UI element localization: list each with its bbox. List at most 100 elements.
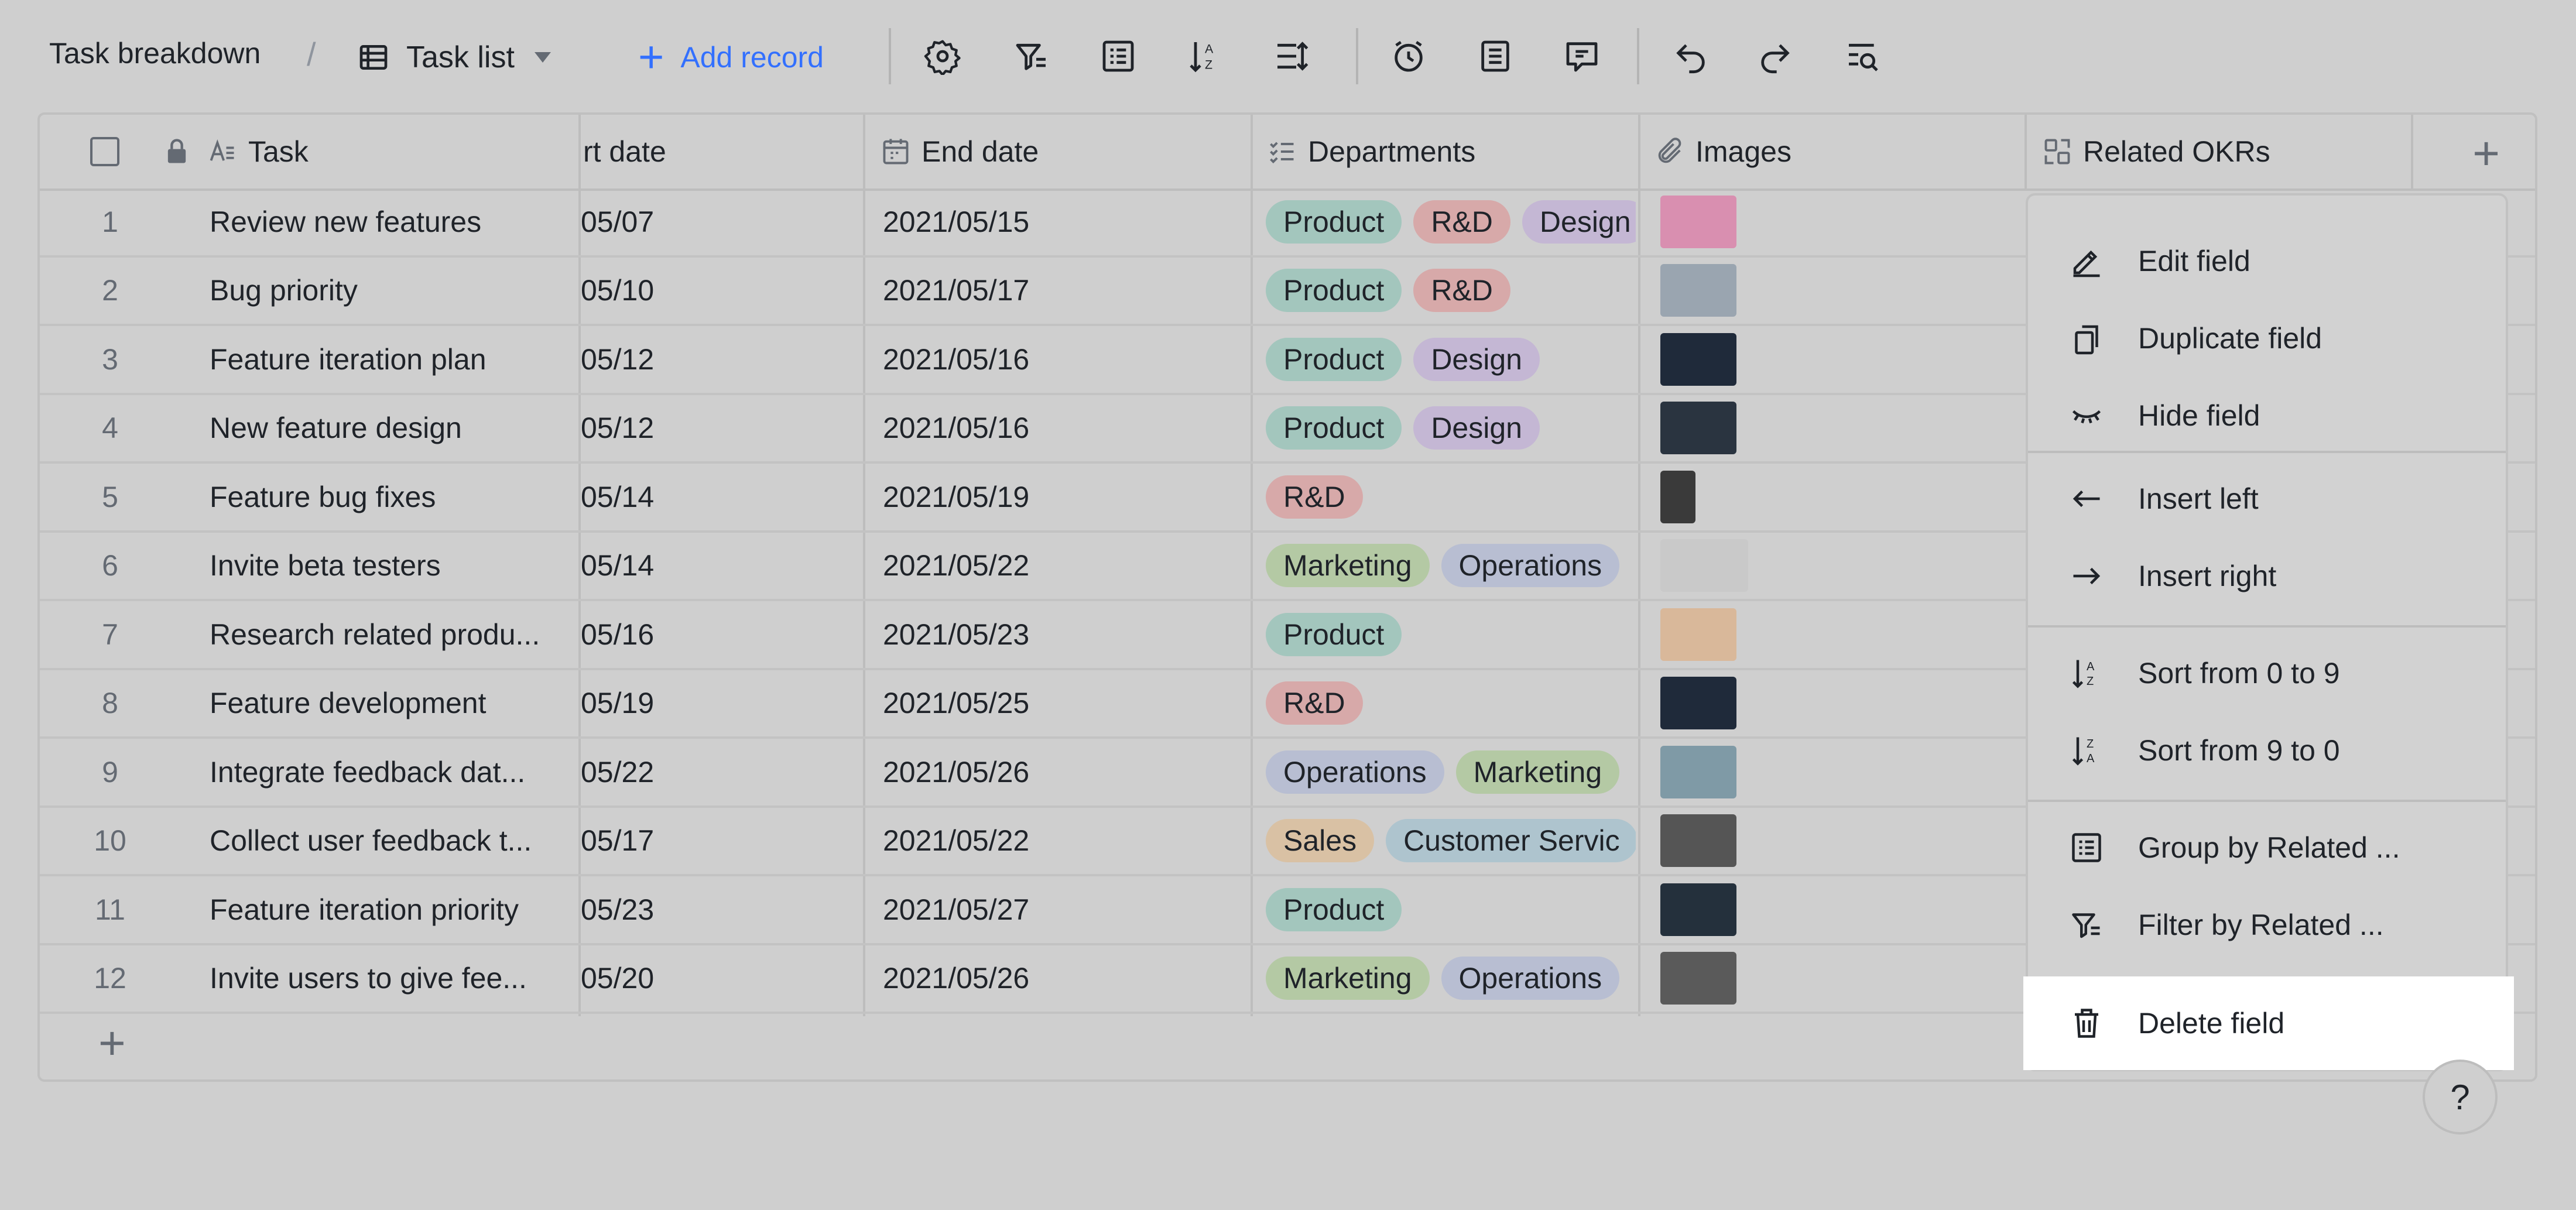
column-header-related-okrs[interactable]: Related OKRs	[2042, 115, 2270, 188]
cell-images[interactable]	[1640, 258, 2021, 324]
image-thumbnail[interactable]	[1660, 814, 1736, 867]
column-header-task[interactable]: Task	[207, 115, 309, 188]
add-record-button[interactable]: + Add record	[638, 34, 824, 81]
cell-images[interactable]	[1640, 533, 2021, 599]
cell-start-date[interactable]: 05/20	[581, 945, 856, 1012]
menu-item-hide-field[interactable]: Hide field	[2028, 381, 2506, 451]
cell-start-date[interactable]: 05/22	[581, 739, 856, 805]
cell-start-date[interactable]: 05/14	[581, 464, 856, 530]
cell-start-date[interactable]: 05/19	[581, 670, 856, 736]
cell-end-date[interactable]: 2021/05/26	[883, 945, 1246, 1012]
cell-departments[interactable]: Marketing Operations	[1266, 533, 1636, 599]
cell-departments[interactable]: Product R&D	[1266, 258, 1636, 324]
menu-item-insert-left[interactable]: Insert left	[2028, 464, 2506, 534]
cell-task[interactable]: Review new features	[210, 188, 573, 255]
cell-end-date[interactable]: 2021/05/27	[883, 876, 1246, 942]
cell-end-date[interactable]: 2021/05/15	[883, 188, 1246, 255]
cell-start-date[interactable]: 05/12	[581, 326, 856, 392]
comment-icon[interactable]	[1561, 35, 1603, 77]
cell-end-date[interactable]: 2021/05/26	[883, 739, 1246, 805]
cell-start-date[interactable]: 05/10	[581, 258, 856, 324]
row-height-icon[interactable]	[1270, 35, 1313, 77]
cell-images[interactable]	[1640, 945, 2021, 1012]
menu-item-sort-descending[interactable]: ZA Sort from 9 to 0	[2028, 715, 2506, 786]
settings-icon[interactable]	[922, 35, 964, 77]
cell-task[interactable]: Invite beta testers	[210, 533, 573, 599]
column-header-start-date[interactable]: rt date	[583, 115, 666, 188]
cell-end-date[interactable]: 2021/05/16	[883, 395, 1246, 461]
select-all-checkbox[interactable]	[90, 137, 119, 166]
cell-end-date[interactable]: 2021/05/17	[883, 258, 1246, 324]
image-thumbnail[interactable]	[1660, 677, 1736, 729]
cell-end-date[interactable]: 2021/05/22	[883, 808, 1246, 874]
image-thumbnail[interactable]	[1660, 539, 1748, 592]
cell-images[interactable]	[1640, 670, 2021, 736]
cell-task[interactable]: Feature bug fixes	[210, 464, 573, 530]
base-title[interactable]: Task breakdown	[49, 36, 261, 70]
image-thumbnail[interactable]	[1660, 264, 1736, 317]
image-thumbnail[interactable]	[1660, 470, 1695, 523]
cell-departments[interactable]: Product Design	[1266, 326, 1636, 392]
menu-item-duplicate-field[interactable]: Duplicate field	[2028, 303, 2506, 373]
cell-departments[interactable]: R&D	[1266, 670, 1636, 736]
cell-task[interactable]: Invite users to give fee...	[210, 945, 573, 1012]
cell-end-date[interactable]: 2021/05/22	[883, 533, 1246, 599]
image-thumbnail[interactable]	[1660, 333, 1736, 386]
alarm-icon[interactable]	[1388, 35, 1430, 77]
cell-departments[interactable]: Sales Customer Servic	[1266, 808, 1636, 874]
cell-end-date[interactable]: 2021/05/16	[883, 326, 1246, 392]
redo-icon[interactable]	[1754, 35, 1796, 77]
cell-start-date[interactable]: 05/23	[581, 876, 856, 942]
cell-end-date[interactable]: 2021/05/19	[883, 464, 1246, 530]
form-icon[interactable]	[1474, 35, 1516, 77]
column-header-images[interactable]: Images	[1654, 115, 1791, 188]
view-switcher[interactable]: Task list	[357, 34, 551, 81]
cell-task[interactable]: Collect user feedback t...	[210, 808, 573, 874]
image-thumbnail[interactable]	[1660, 402, 1736, 454]
sort-icon[interactable]: AZ	[1184, 35, 1226, 77]
cell-images[interactable]	[1640, 876, 2021, 942]
cell-images[interactable]	[1640, 464, 2021, 530]
cell-images[interactable]	[1640, 326, 2021, 392]
cell-departments[interactable]: R&D	[1266, 464, 1636, 530]
image-thumbnail[interactable]	[1660, 195, 1736, 248]
cell-start-date[interactable]: 05/07	[581, 188, 856, 255]
cell-images[interactable]	[1640, 395, 2021, 461]
cell-task[interactable]: Feature iteration plan	[210, 326, 573, 392]
cell-images[interactable]	[1640, 808, 2021, 874]
cell-task[interactable]: Bug priority	[210, 258, 573, 324]
help-button[interactable]: ?	[2423, 1060, 2498, 1134]
group-icon[interactable]	[1097, 35, 1139, 77]
cell-departments[interactable]: Marketing Operations	[1266, 945, 1636, 1012]
search-icon[interactable]	[1842, 35, 1884, 77]
column-header-departments[interactable]: Departments	[1267, 115, 1475, 188]
menu-item-sort-ascending[interactable]: AZ Sort from 0 to 9	[2028, 638, 2506, 708]
image-thumbnail[interactable]	[1660, 952, 1736, 1005]
cell-task[interactable]: New feature design	[210, 395, 573, 461]
cell-departments[interactable]: Product	[1266, 876, 1636, 942]
cell-task[interactable]: Feature iteration priority	[210, 876, 573, 942]
cell-departments[interactable]: Product Design	[1266, 395, 1636, 461]
menu-item-edit-field[interactable]: Edit field	[2028, 226, 2506, 296]
cell-start-date[interactable]: 05/17	[581, 808, 856, 874]
image-thumbnail[interactable]	[1660, 745, 1736, 798]
menu-item-delete-field[interactable]: Delete field	[2023, 976, 2514, 1070]
cell-departments[interactable]: Product R&D Design	[1266, 188, 1636, 255]
image-thumbnail[interactable]	[1660, 883, 1736, 936]
add-row-button[interactable]: +	[98, 1016, 126, 1070]
filter-icon[interactable]	[1010, 35, 1053, 77]
cell-images[interactable]	[1640, 739, 2021, 805]
menu-item-insert-right[interactable]: Insert right	[2028, 541, 2506, 611]
cell-images[interactable]	[1640, 601, 2021, 667]
cell-task[interactable]: Research related produ...	[210, 601, 573, 667]
menu-item-filter-by[interactable]: Filter by Related ...	[2028, 890, 2506, 960]
cell-end-date[interactable]: 2021/05/23	[883, 601, 1246, 667]
menu-item-group-by[interactable]: Group by Related ...	[2028, 813, 2506, 883]
cell-departments[interactable]: Operations Marketing	[1266, 739, 1636, 805]
add-column-button[interactable]: +	[2472, 126, 2500, 180]
cell-end-date[interactable]: 2021/05/25	[883, 670, 1246, 736]
column-header-end-date[interactable]: End date	[881, 115, 1039, 188]
cell-departments[interactable]: Product	[1266, 601, 1636, 667]
cell-images[interactable]	[1640, 188, 2021, 255]
cell-start-date[interactable]: 05/12	[581, 395, 856, 461]
